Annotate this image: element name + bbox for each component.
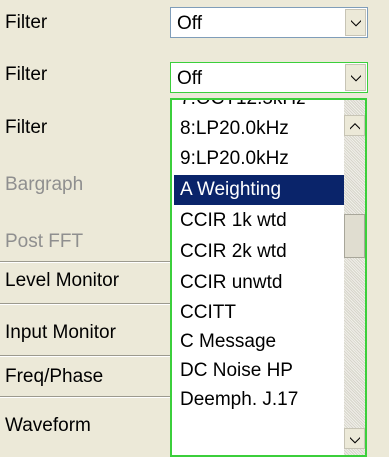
list-item[interactable]: CCIR 2k wtd	[174, 237, 345, 267]
nav-level-monitor[interactable]: Level Monitor	[0, 270, 166, 292]
nav-input-monitor[interactable]: Input Monitor	[0, 322, 166, 344]
filter-combo-2[interactable]: Off	[170, 62, 368, 93]
separator	[0, 355, 170, 357]
chevron-up-icon	[350, 123, 360, 130]
separator	[0, 261, 170, 263]
list-item-selected[interactable]: A Weighting	[174, 175, 345, 205]
list-item[interactable]: CCIR unwtd	[174, 268, 345, 298]
filter-combo-1-value: Off	[177, 13, 202, 34]
chevron-down-icon[interactable]	[345, 9, 366, 36]
filter-label-3: Filter	[5, 117, 48, 138]
list-item[interactable]: Deemph. J.17	[174, 385, 345, 415]
nav-waveform[interactable]: Waveform	[0, 415, 166, 437]
list-item[interactable]: CCITT	[174, 298, 345, 328]
separator	[0, 396, 170, 398]
filter-label-1: Filter	[5, 12, 48, 33]
scroll-up-button[interactable]	[344, 115, 365, 136]
separator	[0, 303, 170, 305]
filter-dropdown-list[interactable]: 7:OCT12.5kHz 8:LP20.0kHz 9:LP20.0kHz A W…	[170, 98, 367, 457]
post-fft-label: Post FFT	[5, 231, 84, 252]
scroll-down-button[interactable]	[344, 428, 365, 449]
list-item[interactable]: 9:LP20.0kHz	[174, 144, 345, 174]
filter-label-2: Filter	[5, 64, 48, 85]
scrollbar-thumb[interactable]	[344, 214, 365, 258]
chevron-down-icon	[350, 437, 360, 444]
chevron-down-icon[interactable]	[345, 64, 366, 91]
vertical-scrollbar[interactable]	[344, 100, 365, 455]
list-item[interactable]: C Message	[174, 327, 345, 357]
list-item[interactable]: 8:LP20.0kHz	[174, 114, 345, 144]
nav-freq-phase[interactable]: Freq/Phase	[0, 366, 166, 388]
filter-combo-1[interactable]: Off	[170, 7, 368, 38]
filter-combo-2-value: Off	[177, 68, 202, 89]
list-item[interactable]: 7:OCT12.5kHz	[174, 100, 345, 114]
list-item[interactable]: CCIR 1k wtd	[174, 206, 345, 236]
list-item[interactable]: DC Noise HP	[174, 356, 345, 386]
bargraph-label: Bargraph	[5, 174, 84, 195]
